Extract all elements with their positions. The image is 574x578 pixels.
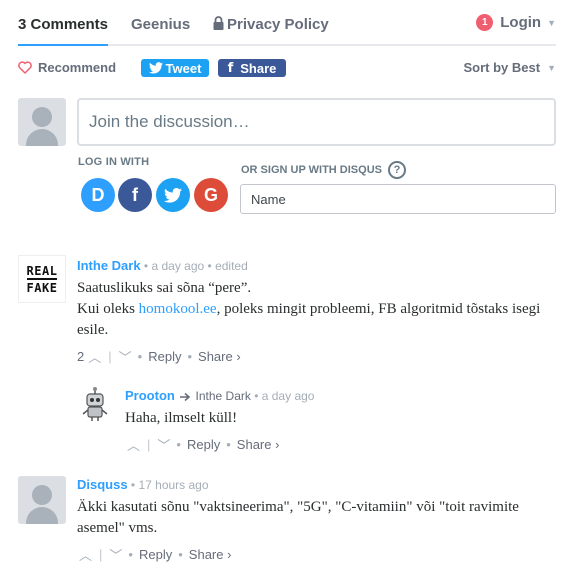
active-tab-indicator (18, 44, 108, 46)
twitter-login-icon[interactable] (156, 178, 190, 212)
top-nav: 3 Comments Geenius Privacy Policy 1 Logi… (18, 0, 556, 46)
twitter-bird-icon (164, 187, 182, 203)
disqus-login-icon[interactable]: D (81, 178, 115, 212)
downvote-icon[interactable]: ﹀ (119, 347, 132, 366)
heart-icon (18, 61, 32, 74)
reply-link[interactable]: Reply (139, 547, 172, 562)
avatar-text-fake: FAKE (26, 277, 58, 295)
login-with-label: LOG IN WITH (78, 156, 150, 168)
meta-separator: • (128, 547, 133, 562)
comment-author[interactable]: Inthe Dark (77, 258, 141, 273)
sort-dropdown[interactable]: Sort by Best ▼ (464, 60, 557, 75)
share-link[interactable]: Share › (237, 437, 280, 452)
tweet-label: Tweet (165, 60, 202, 76)
commenter-avatar[interactable]: REAL FAKE (18, 255, 66, 303)
share-link[interactable]: Share › (189, 547, 232, 562)
comment-body: Saatuslikuks sai sõna “pere”. Kui oleks … (77, 278, 557, 341)
recommend-label: Recommend (38, 60, 117, 75)
downvote-icon[interactable]: ﹀ (109, 545, 122, 564)
comment: Disquss • 17 hours ago Äkki kasutati sõn… (77, 477, 557, 564)
privacy-tab-label: Privacy Policy (227, 16, 329, 33)
comment-footer: ︿ | ﹀ • Reply • Share › (79, 545, 557, 564)
comment: Inthe Dark • a day ago • edited Saatusli… (77, 258, 557, 366)
facebook-icon: f (227, 60, 234, 76)
robot-avatar-icon[interactable] (77, 386, 113, 422)
login-label: Login (500, 14, 542, 31)
meta-separator: • (250, 389, 262, 403)
comment-input[interactable]: Join the discussion… (77, 98, 556, 146)
meta-separator: • (137, 349, 143, 364)
comment-text-paragraph: Kui oleks homokool.ee, poleks mingit pro… (77, 299, 557, 341)
login-menu[interactable]: 1 Login ▼ (476, 14, 556, 31)
upvote-icon[interactable]: ︿ (127, 435, 140, 454)
reply-link[interactable]: Reply (187, 437, 220, 452)
upvote-icon[interactable]: ︿ (88, 347, 101, 366)
signup-disqus-label: OR SIGN UP WITH DISQUS ? (241, 161, 406, 179)
signup-label-text: OR SIGN UP WITH DISQUS (241, 164, 382, 176)
comment-timestamp[interactable]: 17 hours ago (138, 478, 208, 492)
lock-icon (213, 16, 224, 30)
comment-timestamp[interactable]: a day ago (262, 389, 315, 403)
downvote-icon[interactable]: ﹀ (157, 435, 170, 454)
meta-separator: • (178, 547, 183, 562)
divider: | (147, 437, 151, 452)
meta-separator: • (226, 437, 231, 452)
tab-privacy-policy[interactable]: Privacy Policy (213, 16, 329, 33)
tab-community[interactable]: Geenius (131, 16, 190, 33)
sort-label: Sort by Best (463, 60, 541, 75)
thread-actions: Recommend Tweet f Share Sort by Best ▼ (18, 58, 556, 80)
name-field[interactable] (240, 184, 556, 214)
share-label: Share (240, 60, 277, 76)
chevron-down-icon: ▼ (547, 62, 556, 73)
recommend-button[interactable]: Recommend (18, 60, 116, 75)
divider: | (108, 349, 112, 364)
comment-author[interactable]: Disquss (77, 477, 128, 492)
comment-body: Äkki kasutati sõnu "vaktsineerima", "5G"… (77, 499, 519, 536)
comment-footer: ︿ | ﹀ • Reply • Share › (127, 435, 555, 454)
comment-author[interactable]: Prooton (125, 388, 175, 403)
vote-count: 2 (77, 349, 85, 364)
notification-badge[interactable]: 1 (476, 14, 494, 31)
comment-footer: 2 ︿ | ﹀ • Reply • Share › (77, 347, 557, 366)
comment-body: Haha, ilmselt küll! (125, 410, 238, 426)
comment-text-line: Saatuslikuks sai sõna “pere”. (77, 280, 252, 296)
current-user-avatar (18, 98, 66, 146)
divider: | (99, 547, 103, 562)
commenter-avatar[interactable] (18, 476, 66, 524)
google-login-icon[interactable]: G (194, 178, 228, 212)
twitter-bird-icon (148, 62, 163, 74)
comment-text-segment: Kui oleks (77, 301, 139, 317)
help-icon[interactable]: ? (387, 161, 406, 179)
edited-label: edited (215, 259, 248, 273)
avatar-text-real: REAL (26, 263, 58, 278)
tweet-button[interactable]: Tweet (141, 59, 209, 77)
comment-header: Inthe Dark • a day ago • edited (77, 258, 557, 273)
chevron-down-icon: ▼ (547, 17, 556, 28)
comment-timestamp[interactable]: a day ago (151, 259, 204, 273)
reply-to-author[interactable]: Inthe Dark (196, 389, 251, 403)
comment-header: Prooton Inthe Dark • a day ago (125, 388, 555, 403)
meta-separator: • (187, 349, 193, 364)
facebook-login-icon[interactable]: f (118, 178, 152, 212)
tab-comments[interactable]: 3 Comments (18, 16, 108, 33)
reply-arrow-icon (180, 392, 191, 402)
upvote-icon[interactable]: ︿ (79, 545, 92, 564)
facebook-share-button[interactable]: f Share (218, 59, 286, 77)
reply-link[interactable]: Reply (148, 349, 181, 364)
comment-link[interactable]: homokool.ee (139, 301, 217, 317)
comment-reply: Prooton Inthe Dark • a day ago Haha, ilm… (125, 388, 555, 454)
comment-header: Disquss • 17 hours ago (77, 477, 557, 492)
meta-separator: • (204, 259, 216, 273)
share-link[interactable]: Share › (198, 349, 241, 364)
meta-separator: • (176, 437, 181, 452)
